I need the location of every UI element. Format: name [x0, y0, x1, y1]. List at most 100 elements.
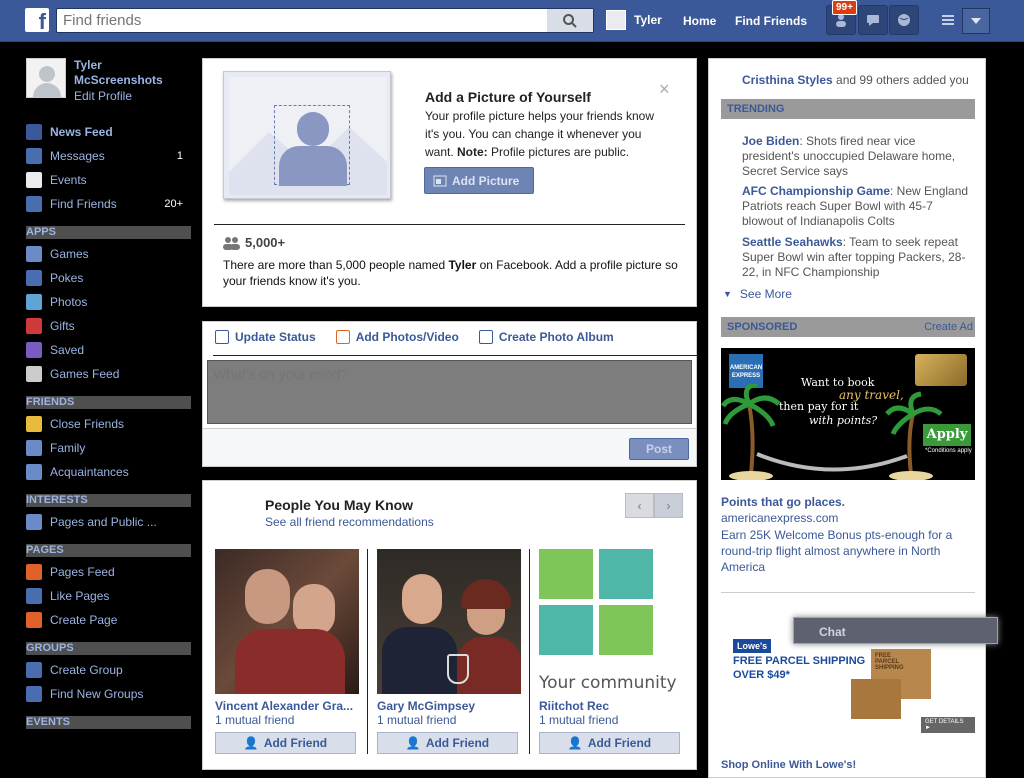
next-button[interactable]: ›	[654, 493, 683, 518]
sidebar-item-find-friends[interactable]: Find Friends 20+	[26, 192, 191, 216]
pencil-icon	[215, 330, 229, 344]
home-link[interactable]: Home	[683, 14, 716, 28]
person-photo[interactable]	[215, 549, 359, 694]
person-name[interactable]: Vincent Alexander Gra...	[215, 699, 359, 713]
sidebar-item-find-new-groups[interactable]: Find New Groups	[26, 682, 191, 706]
sponsored-label: SPONSORED	[727, 321, 798, 333]
avatar[interactable]	[26, 58, 66, 98]
friends-heading: FRIENDS	[26, 396, 191, 409]
lowes-ad-title[interactable]: Shop Online With Lowe's!	[721, 759, 856, 771]
top-bar: f Tyler Home Find Friends 99+	[0, 0, 1024, 42]
sidebar-item-label: Gifts	[50, 319, 75, 333]
person-photo[interactable]	[377, 549, 521, 694]
add-friend-button[interactable]: 👤 Add Friend	[377, 732, 518, 754]
sidebar-item-events[interactable]: Events	[26, 168, 191, 192]
trending-item[interactable]: AFC Championship Game: New England Patri…	[742, 184, 972, 229]
person-name[interactable]: Riitchot Rec	[539, 699, 683, 713]
sidebar-item-label: Events	[50, 173, 87, 187]
tab-add-photos-video[interactable]: Add Photos/Video	[335, 330, 459, 344]
create-group-icon	[26, 662, 42, 678]
see-all-recommendations-link[interactable]: See all friend recommendations	[265, 515, 434, 529]
footprints-icon	[539, 605, 593, 655]
chevron-down-icon: ▼	[723, 289, 732, 299]
notifications-button[interactable]	[889, 5, 919, 35]
sidebar-item-games-feed[interactable]: Games Feed	[26, 362, 191, 386]
get-details-button[interactable]: GET DETAILS ►	[921, 717, 975, 733]
find-groups-icon	[26, 686, 42, 702]
sidebar-item-like-pages[interactable]: Like Pages	[26, 584, 191, 608]
mutual-friends[interactable]: 1 mutual friend	[539, 713, 683, 727]
person-name[interactable]: Gary McGimpsey	[377, 699, 521, 713]
sidebar-item-news-feed[interactable]: News Feed	[26, 120, 191, 144]
sidebar-item-games[interactable]: Games	[26, 242, 191, 266]
ad-title[interactable]: Points that go places.	[721, 495, 845, 509]
profile-picture-placeholder[interactable]	[223, 71, 391, 199]
search-input[interactable]	[57, 9, 537, 32]
sidebar-item-label: Create Page	[50, 613, 118, 627]
lowes-logo: Lowe's	[733, 639, 772, 653]
photos-icon	[26, 294, 42, 310]
facebook-logo[interactable]: f	[25, 8, 49, 32]
sidebar-item-label: Messages	[50, 149, 105, 163]
see-more-link[interactable]: ▼ See More	[723, 287, 792, 301]
create-ad-link[interactable]: Create Ad	[924, 317, 973, 337]
people-count-description: There are more than 5,000 people named T…	[223, 258, 678, 288]
tab-update-status[interactable]: Update Status	[215, 330, 316, 344]
add-friend-button[interactable]: 👤 Add Friend	[539, 732, 680, 754]
mutual-friends[interactable]: 1 mutual friend	[377, 713, 521, 727]
status-input[interactable]	[208, 361, 691, 423]
sidebar-item-messages[interactable]: Messages 1	[26, 144, 191, 168]
mutual-friends[interactable]: 1 mutual friend	[215, 713, 359, 727]
ticker-item[interactable]: Cristhina Styles and 99 others added you	[742, 73, 969, 87]
profile-name[interactable]: Tyler McScreenshots	[74, 58, 174, 88]
pymk-title: People You May Know	[265, 497, 414, 513]
trending-item[interactable]: Joe Biden: Shots fired near vice preside…	[742, 134, 972, 179]
sidebar-item-label: Acquaintances	[50, 465, 129, 479]
chat-bar[interactable]: Chat	[793, 617, 998, 644]
pages-heading: PAGES	[26, 544, 191, 557]
edit-profile-link[interactable]: Edit Profile	[74, 88, 174, 104]
ad-url[interactable]: americanexpress.com	[721, 511, 838, 525]
tab-label: Create Photo Album	[498, 330, 614, 344]
sidebar-item-acquaintances[interactable]: Acquaintances	[26, 460, 191, 484]
sidebar-item-create-group[interactable]: Create Group	[26, 658, 191, 682]
sidebar-item-gifts[interactable]: Gifts	[26, 314, 191, 338]
status-input-area	[207, 360, 692, 424]
amex-logo: AMERICAN EXPRESS	[729, 354, 763, 388]
add-picture-button[interactable]: Add Picture	[424, 167, 534, 194]
trending-item[interactable]: Seattle Seahawks: Team to seek repeat Su…	[742, 235, 972, 280]
search-button[interactable]	[547, 9, 593, 32]
left-sidebar: Tyler McScreenshots Edit Profile News Fe…	[26, 58, 191, 732]
sidebar-item-saved[interactable]: Saved	[26, 338, 191, 362]
sidebar-item-label: Pokes	[50, 271, 84, 285]
profile-link[interactable]: Tyler	[606, 10, 662, 30]
sidebar-item-family[interactable]: Family	[26, 436, 191, 460]
sidebar-item-label: Photos	[50, 295, 88, 309]
divider	[213, 355, 698, 356]
close-icon[interactable]: ×	[659, 79, 670, 100]
find-friends-link[interactable]: Find Friends	[735, 14, 807, 28]
tab-create-photo-album[interactable]: Create Photo Album	[478, 330, 614, 344]
messages-button[interactable]	[858, 5, 888, 35]
sidebar-item-pages-feed[interactable]: Pages Feed	[26, 560, 191, 584]
sidebar-item-pages-and-public[interactable]: Pages and Public ...	[26, 510, 191, 534]
sidebar-item-label: Saved	[50, 343, 85, 357]
sidebar-item-create-page[interactable]: Create Page	[26, 608, 191, 632]
prev-button[interactable]: ‹	[625, 493, 654, 518]
lowes-ad-image[interactable]: Lowe's FREE PARCEL SHIPPING OVER $49* FR…	[721, 639, 975, 744]
sidebar-item-photos[interactable]: Photos	[26, 290, 191, 314]
sidebar-item-close-friends[interactable]: Close Friends	[26, 412, 191, 436]
count-badge: 1	[176, 150, 183, 162]
box-graphic	[851, 679, 901, 719]
amex-ad-image[interactable]: AMERICAN EXPRESS Want to book any travel…	[721, 348, 975, 480]
add-friend-button[interactable]: 👤 Add Friend	[215, 732, 356, 754]
sidebar-item-pokes[interactable]: Pokes	[26, 266, 191, 290]
card-graphic	[915, 354, 967, 386]
avatar	[606, 10, 626, 30]
settings-menu-button[interactable]	[962, 8, 990, 34]
apply-button[interactable]: Apply	[923, 424, 971, 446]
music-note-icon	[539, 549, 593, 599]
person-card: Vincent Alexander Gra... 1 mutual friend…	[215, 549, 359, 754]
person-photo[interactable]: Your community e	[539, 549, 683, 694]
post-button[interactable]: Post	[629, 438, 689, 460]
